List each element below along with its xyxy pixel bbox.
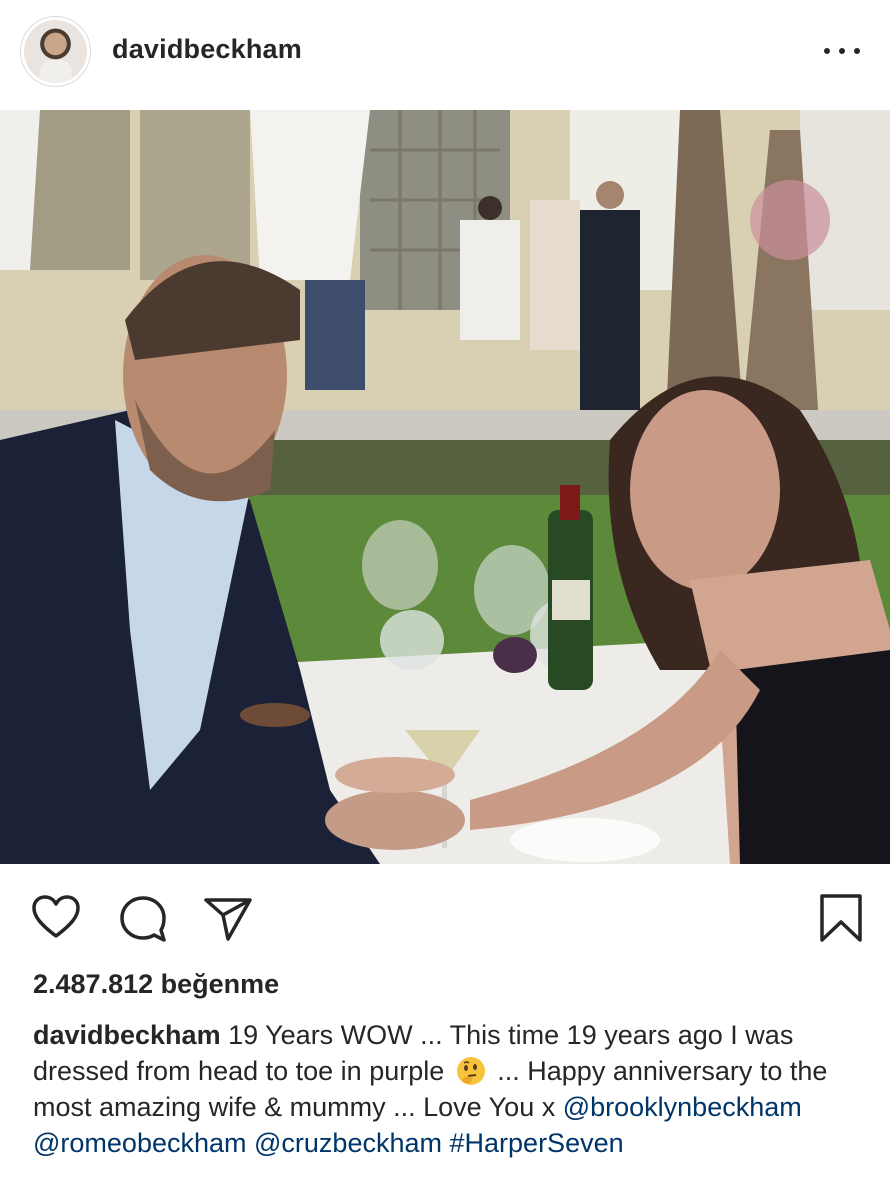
paper-plane-icon[interactable] <box>202 892 254 944</box>
caption: davidbeckham 19 Years WOW ... This time … <box>33 1017 863 1161</box>
post-username[interactable]: davidbeckham <box>112 34 302 65</box>
thinking-face-emoji-icon <box>456 1057 485 1085</box>
mention-brooklynbeckham[interactable]: @brooklynbeckham <box>563 1092 802 1122</box>
likes-count[interactable]: 2.487.812 beğenme <box>33 969 279 1000</box>
photo-illustration <box>0 110 890 864</box>
caption-username[interactable]: davidbeckham <box>33 1020 221 1050</box>
mention-cruzbeckham[interactable]: @cruzbeckham <box>254 1128 442 1158</box>
avatar-image <box>24 20 87 83</box>
post-photo[interactable] <box>0 110 890 864</box>
mention-romeobeckham[interactable]: @romeobeckham <box>33 1128 247 1158</box>
action-bar <box>0 880 890 950</box>
post-header: davidbeckham <box>0 0 890 108</box>
hashtag-harperseven[interactable]: #HarperSeven <box>450 1128 624 1158</box>
avatar[interactable] <box>20 16 91 87</box>
heart-icon[interactable] <box>30 892 82 944</box>
bookmark-icon[interactable] <box>815 892 867 944</box>
more-horizontal-icon[interactable] <box>824 44 860 58</box>
comment-icon[interactable] <box>117 892 169 944</box>
